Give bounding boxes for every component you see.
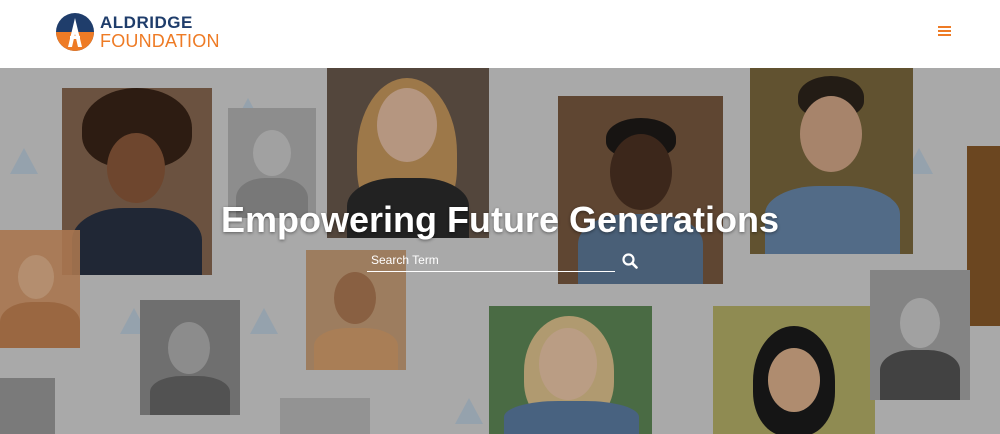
site-header: ALDRIDGE FOUNDATION <box>0 0 1000 68</box>
logo-line-2: FOUNDATION <box>100 31 220 51</box>
logo-wordmark: ALDRIDGE FOUNDATION <box>100 14 220 50</box>
hamburger-menu-icon[interactable] <box>934 22 956 40</box>
search-input[interactable] <box>367 250 615 270</box>
logo-link[interactable]: ALDRIDGE FOUNDATION <box>55 12 220 52</box>
logo-line-1: ALDRIDGE <box>100 13 193 32</box>
aldridge-logo-icon <box>56 13 94 51</box>
search-icon[interactable] <box>621 252 639 270</box>
search-field-wrapper <box>367 250 615 272</box>
hero-title: Empowering Future Generations <box>220 199 780 240</box>
